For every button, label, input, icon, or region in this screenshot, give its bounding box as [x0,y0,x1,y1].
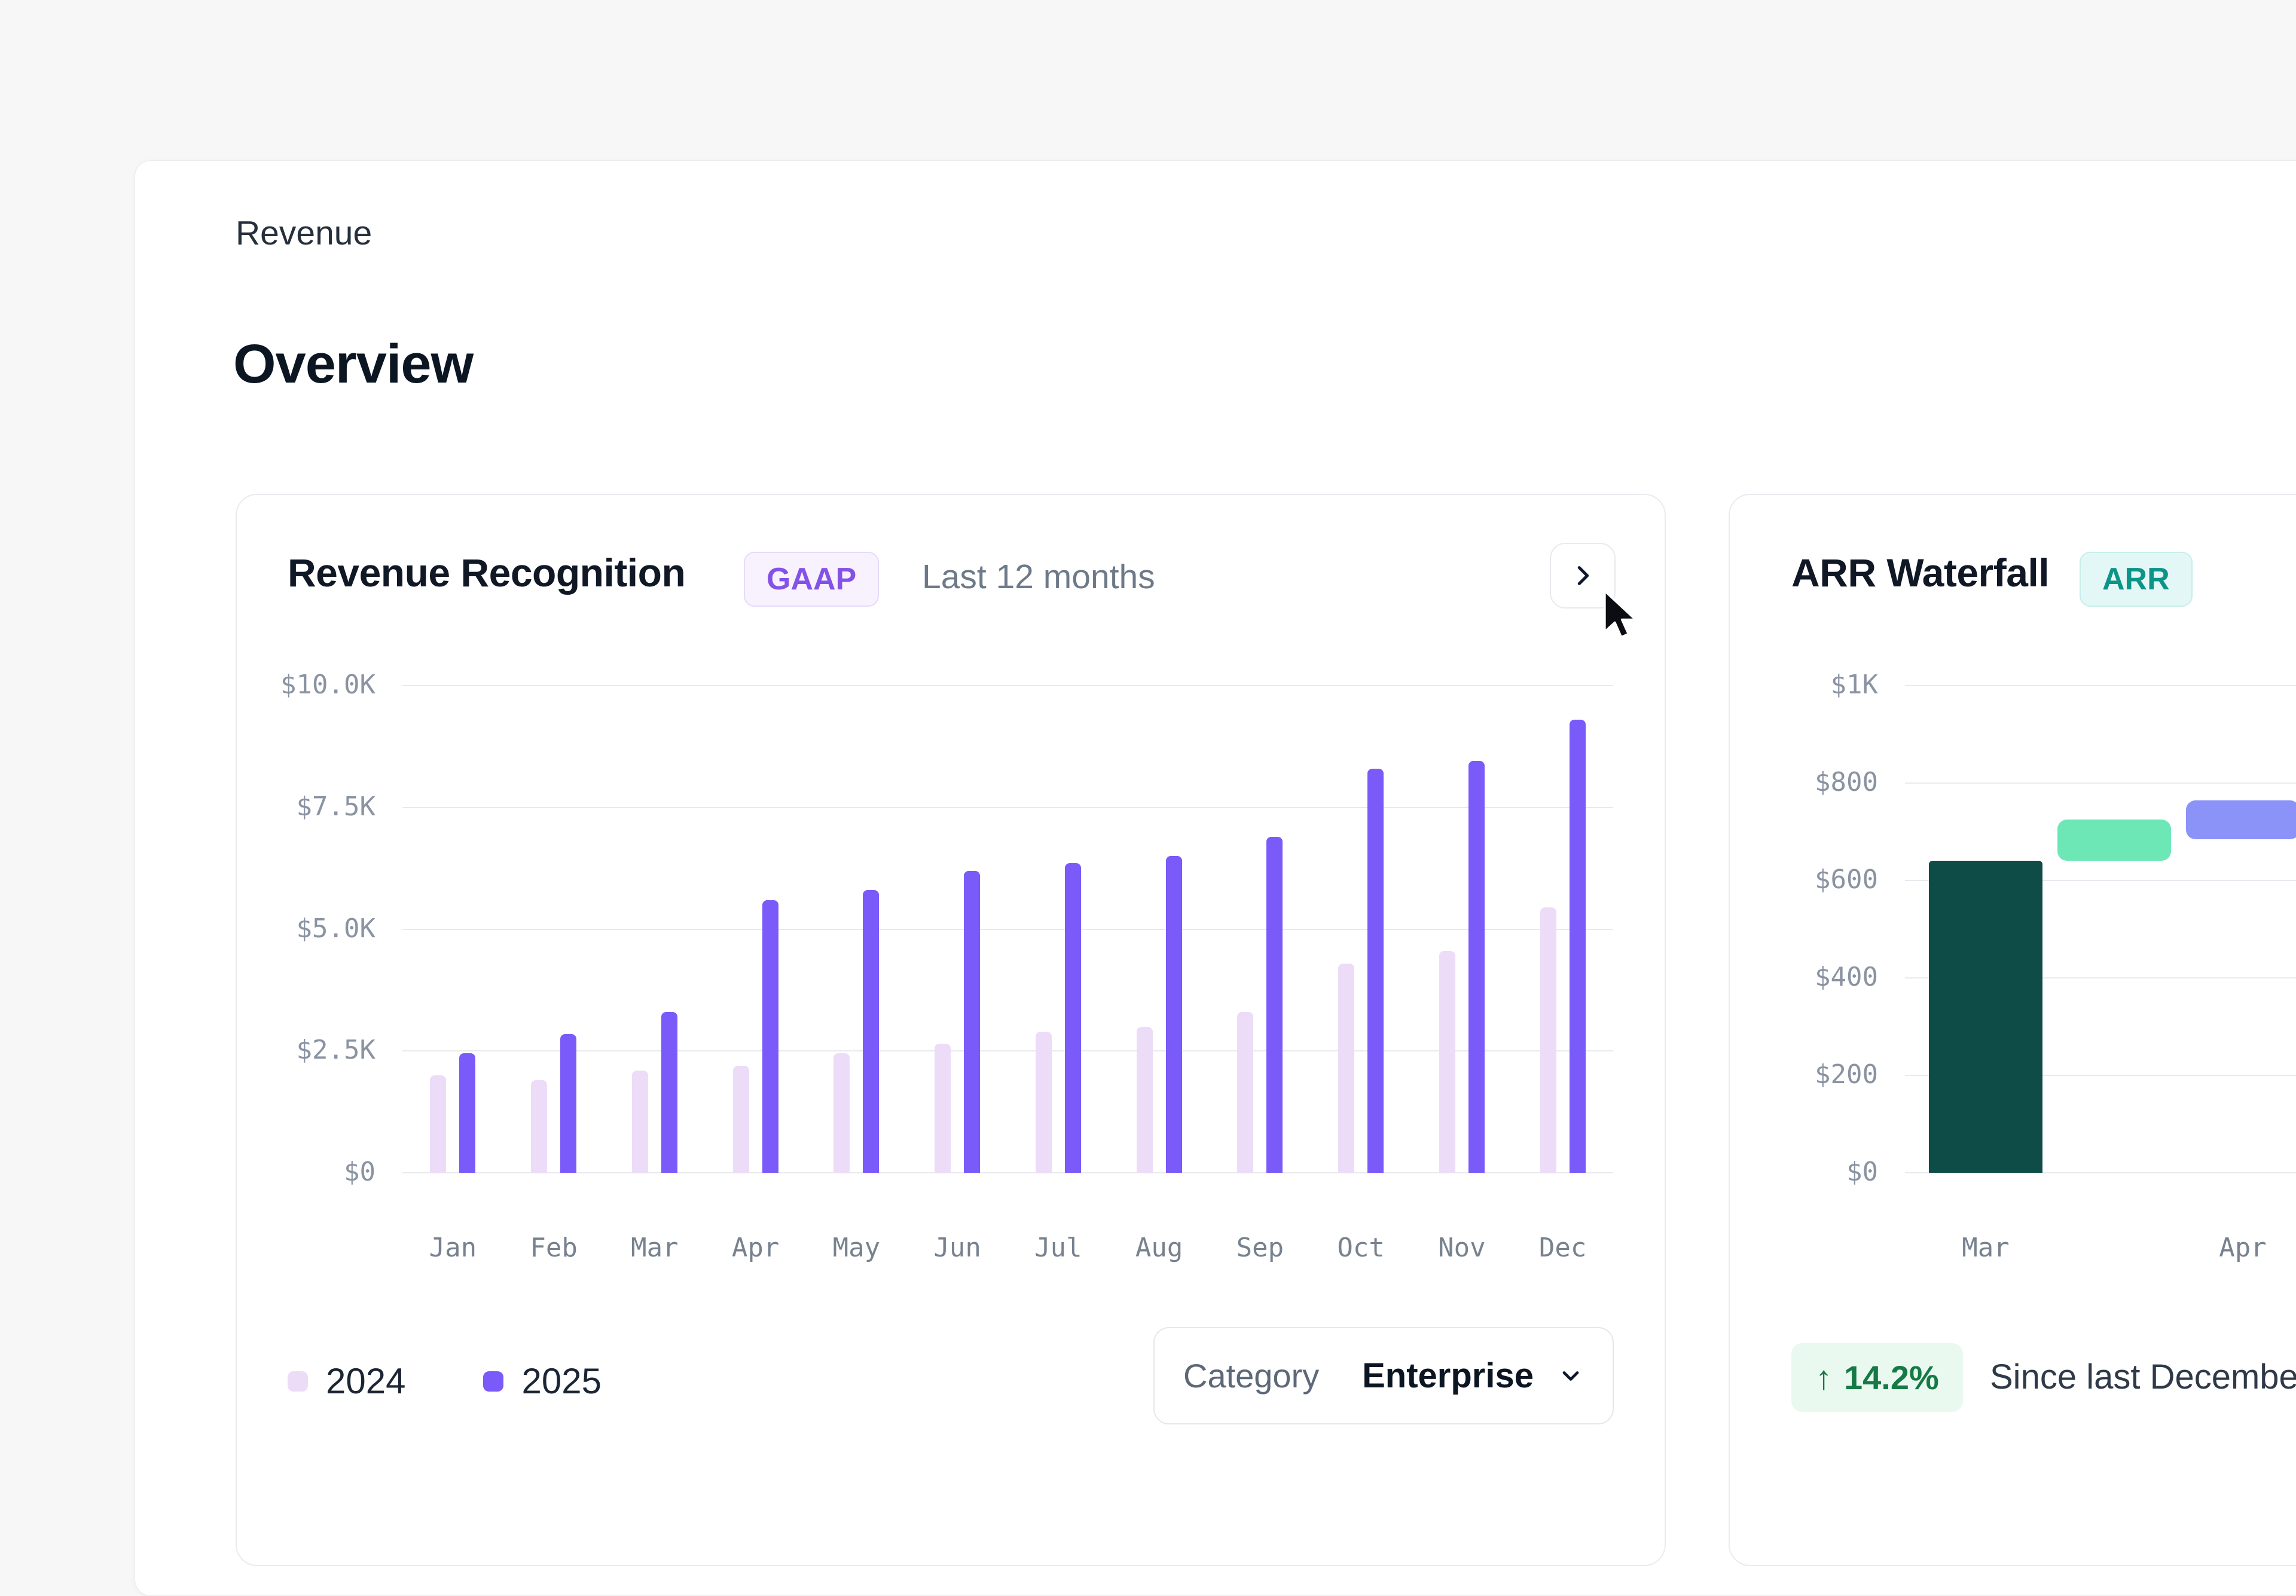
bar-2025-Apr [762,900,778,1173]
delta-badge: ↑ 14.2% [1791,1343,1963,1412]
bar-2025-Oct [1367,768,1384,1173]
bar-2024-Dec [1540,907,1556,1173]
bar-2024-Jun [935,1044,951,1173]
x-axis-label: Oct [1337,1233,1385,1263]
y-axis-label: $5.0K [296,913,375,944]
bar-2024-Nov [1439,951,1455,1173]
gridline [402,685,1613,686]
bar-2024-Sep [1237,1012,1254,1173]
y-axis-label: $800 [1815,767,1878,797]
category-select-value: Enterprise [1362,1356,1534,1395]
gaap-badge: GAAP [744,552,880,607]
bar-2024-Oct [1338,963,1355,1173]
bar-2025-Jan [459,1053,476,1173]
y-axis-label: $0 [344,1157,375,1187]
x-axis-label: Nov [1438,1233,1486,1263]
bar-2025-Feb [560,1034,577,1173]
x-axis-label: Apr [2219,1233,2267,1263]
main-panel: Revenue Overview Revenue Recognition GAA… [135,160,2296,1596]
legend-item-2024[interactable]: 2024 [288,1360,405,1402]
y-axis-label: $10.0K [280,669,375,700]
waterfall-bar [2057,820,2171,861]
delta-value: 14.2% [1844,1359,1939,1396]
bar-2025-Aug [1165,856,1182,1173]
revenue-recognition-card: Revenue Recognition GAAP Last 12 months … [236,494,1666,1566]
legend-swatch [483,1371,504,1392]
y-axis-label: $400 [1815,962,1878,992]
bar-2025-Nov [1468,761,1485,1173]
x-axis-label: Jul [1034,1233,1082,1263]
gridline [402,1172,1613,1173]
chevron-right-icon [1569,562,1596,589]
x-axis-label: Mar [1962,1233,2010,1263]
legend-label: 2025 [521,1361,602,1401]
x-axis-label: Aug [1135,1233,1183,1263]
revenue-chart-legend: 2024 2025 [288,1360,602,1402]
x-axis-label: May [832,1233,881,1263]
arr-waterfall-card: ARR Waterfall ARR $0 $200 $400 $600 $800 $1K M… [1729,494,2296,1566]
bar-2024-Mar [631,1070,648,1173]
bar-2024-Feb [531,1080,548,1173]
gridline [1905,782,2296,784]
y-axis-label: $2.5K [296,1035,375,1066]
x-axis-label: Mar [631,1233,679,1263]
y-axis-label: $600 [1815,864,1878,895]
chevron-down-icon [1558,1363,1584,1389]
mouse-cursor [1601,589,1644,647]
bar-2025-Jul [1064,863,1081,1173]
bar-2024-May [833,1053,850,1173]
gridline [1905,685,2296,686]
arr-waterfall-chart: $0 $200 $400 $600 $800 $1K Mar Apr [1815,669,2296,1263]
delta-caption: Since last December [1990,1357,2296,1396]
revenue-card-title: Revenue Recognition [288,551,686,595]
waterfall-bar-Mar [1929,861,2042,1173]
bar-2025-Dec [1569,720,1586,1173]
bar-2025-Mar [661,1012,677,1173]
legend-swatch [288,1371,308,1392]
x-axis-label: Sep [1236,1233,1284,1263]
category-select[interactable]: Category Enterprise [1153,1327,1614,1424]
x-axis-label: Apr [731,1233,780,1263]
bar-2024-Jul [1035,1031,1052,1173]
gridline [402,1050,1613,1052]
x-axis-label: Jan [429,1233,477,1263]
revenue-card-subtitle: Last 12 months [922,558,1155,596]
arr-card-title: ARR Waterfall [1791,551,2050,595]
bar-2024-Aug [1136,1026,1153,1173]
arr-badge: ARR [2080,552,2193,607]
x-axis-label: Jun [933,1233,981,1263]
breadcrumb: Revenue [236,214,373,252]
x-axis-label: Feb [530,1233,578,1263]
bar-2025-Sep [1266,836,1283,1173]
bar-2024-Apr [732,1065,749,1173]
legend-label: 2024 [326,1361,406,1401]
category-select-label: Category [1183,1357,1320,1395]
gridline [402,928,1613,930]
x-axis-label: Dec [1538,1233,1587,1263]
legend-item-2025[interactable]: 2025 [483,1360,602,1402]
y-axis-label: $1K [1830,669,1878,700]
bar-2024-Jan [430,1075,447,1173]
y-axis-label: $200 [1815,1059,1878,1090]
gridline [402,806,1613,808]
waterfall-bar-Apr [2186,800,2296,839]
arrow-up-icon: ↑ [1815,1359,1832,1396]
bar-2025-May [863,890,880,1173]
y-axis-label: $0 [1846,1157,1878,1187]
y-axis-label: $7.5K [296,791,375,822]
page-title: Overview [233,334,474,395]
bar-2025-Jun [964,870,981,1173]
revenue-bar-chart: $0 $2.5K $5.0K $7.5K $10.0K Jan Feb Mar Apr May Ju… [280,669,1613,1263]
